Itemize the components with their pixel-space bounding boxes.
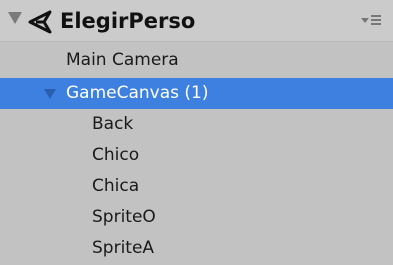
hierarchy-item-label: GameCanvas (1)	[66, 83, 209, 103]
expand-arrow-icon[interactable]	[44, 89, 56, 99]
hierarchy-item-label: Chica	[92, 176, 140, 196]
hierarchy-item-spriteo[interactable]: SpriteO	[0, 202, 393, 233]
hierarchy-item-label: Back	[92, 114, 134, 134]
hierarchy-item-label: SpriteO	[92, 207, 156, 227]
hierarchy-item-gamecanvas[interactable]: GameCanvas (1)	[0, 78, 393, 109]
scene-title: ElegirPerso	[60, 9, 196, 33]
hierarchy-item-spritea[interactable]: SpriteA	[0, 233, 393, 264]
hierarchy-item-label: SpriteA	[92, 238, 155, 258]
hierarchy-item-label: Main Camera	[66, 50, 179, 70]
scene-fold-arrow-icon[interactable]	[8, 12, 22, 24]
hierarchy-item-label: Chico	[92, 145, 140, 165]
hierarchy-panel: ElegirPerso Main Camera GameCanvas (1) B…	[0, 0, 393, 265]
hierarchy-item-main-camera[interactable]: Main Camera	[0, 45, 393, 76]
scene-header[interactable]: ElegirPerso	[0, 0, 393, 42]
context-menu-icon[interactable]	[361, 13, 383, 29]
hierarchy-item-chico[interactable]: Chico	[0, 140, 393, 171]
hierarchy-item-back[interactable]: Back	[0, 109, 393, 140]
hierarchy-item-chica[interactable]: Chica	[0, 171, 393, 202]
unity-scene-icon	[28, 10, 52, 34]
